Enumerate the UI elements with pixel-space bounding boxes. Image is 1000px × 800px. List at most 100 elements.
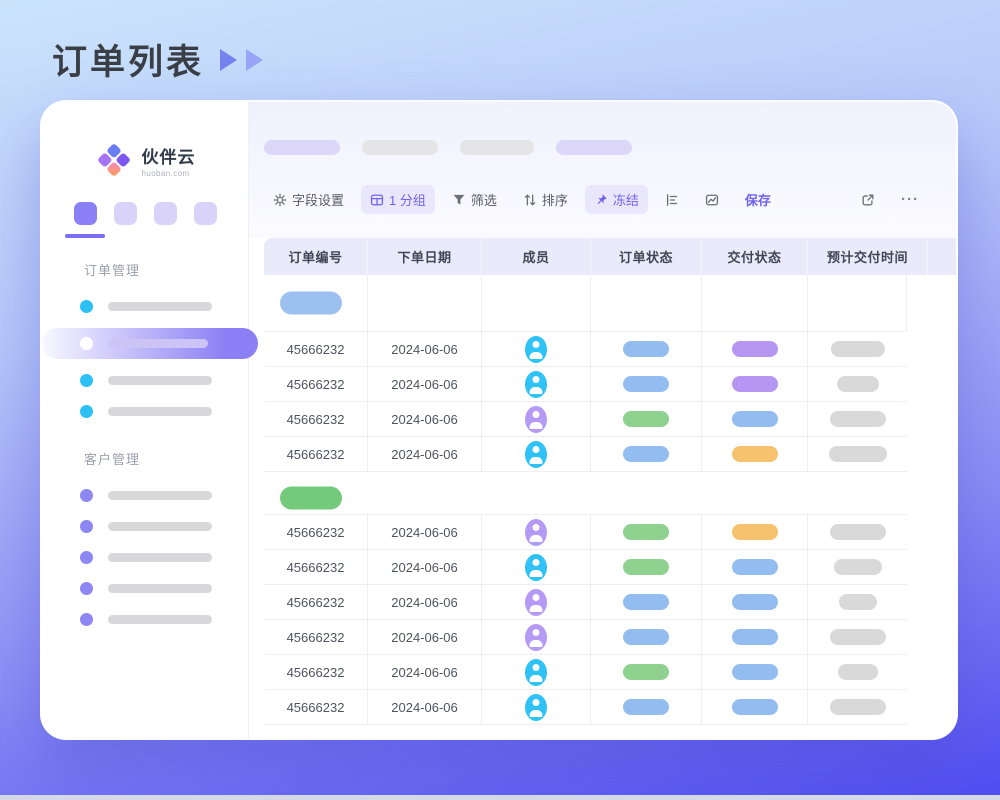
delivery-status-pill	[732, 699, 778, 715]
table-header-row: 订单编号下单日期成员订单状态交付状态预计交付时间	[264, 238, 956, 275]
member-avatar	[525, 336, 547, 363]
group-label-pill[interactable]	[280, 292, 342, 315]
freeze-button[interactable]: 冻结	[585, 185, 648, 214]
app-window: 伙伴云 huoban.com 订单管理客户管理 字段设置 1 分组筛选排序冻结 保存…	[40, 100, 958, 740]
order-no-cell: 45666232	[264, 655, 368, 689]
header-chip[interactable]	[264, 140, 340, 155]
order-status-pill	[623, 594, 669, 610]
table-row[interactable]: 456662322024-06-06	[264, 437, 907, 472]
save-button[interactable]: 保存	[736, 185, 780, 214]
group-header-row	[264, 275, 907, 332]
toolbar-button-label: 1 分组	[389, 190, 426, 209]
member-avatar	[525, 406, 547, 433]
table-row[interactable]: 456662322024-06-06	[264, 550, 907, 585]
order-status-pill	[623, 411, 669, 427]
eta-placeholder-pill	[838, 664, 878, 680]
sidebar-tab-2[interactable]	[114, 202, 137, 225]
sidebar-item[interactable]	[80, 291, 248, 322]
play-icon	[246, 49, 263, 71]
sidebar-tab-4[interactable]	[194, 202, 217, 225]
member-cell	[482, 690, 591, 724]
sidebar-tab-3[interactable]	[154, 202, 177, 225]
column-header-2[interactable]: 下单日期	[368, 238, 482, 275]
order-no-cell: 45666232	[264, 367, 368, 401]
header-chip[interactable]	[362, 140, 438, 155]
column-header-5[interactable]: 交付状态	[702, 238, 808, 275]
sidebar-tab-1[interactable]	[74, 202, 97, 225]
member-cell	[482, 515, 591, 549]
member-avatar	[525, 659, 547, 686]
delivery-status-pill	[732, 629, 778, 645]
table-row[interactable]: 456662322024-06-06	[264, 367, 907, 402]
sidebar-item[interactable]	[80, 365, 248, 396]
order-status-pill	[623, 699, 669, 715]
table-row[interactable]: 456662322024-06-06	[264, 690, 907, 725]
order-date-cell: 2024-06-06	[368, 515, 482, 549]
table-row[interactable]: 456662322024-06-06	[264, 620, 907, 655]
sidebar-item-dot	[80, 551, 93, 564]
member-avatar	[525, 554, 547, 581]
more-button[interactable]: ···	[892, 190, 928, 210]
sidebar-item-label-placeholder	[108, 407, 212, 416]
sidebar-section-label: 客户管理	[84, 449, 248, 468]
sidebar-item[interactable]	[80, 542, 248, 573]
sidebar-item[interactable]	[80, 604, 248, 635]
structure-button[interactable]	[656, 188, 688, 212]
chart-button[interactable]	[696, 188, 728, 212]
table-row[interactable]: 456662322024-06-06	[264, 655, 907, 690]
order-status-cell	[591, 690, 702, 724]
sidebar-item[interactable]	[80, 573, 248, 604]
table-row[interactable]: 456662322024-06-06	[264, 402, 907, 437]
eta-placeholder-pill	[839, 594, 877, 610]
order-no-cell: 45666232	[264, 437, 368, 471]
sidebar-item-label-placeholder	[108, 491, 212, 500]
column-header-1[interactable]: 订单编号	[264, 238, 368, 275]
field-settings-button[interactable]: 字段设置	[264, 185, 353, 214]
eta-cell	[808, 332, 907, 366]
logo-text: 伙伴云 huoban.com	[142, 143, 196, 178]
column-header-6[interactable]: 预计交付时间	[808, 238, 928, 275]
order-date-cell: 2024-06-06	[368, 437, 482, 471]
order-date-cell: 2024-06-06	[368, 585, 482, 619]
sidebar-section-2: 客户管理	[42, 449, 248, 635]
structure-icon	[665, 193, 679, 207]
table-row[interactable]: 456662322024-06-06	[264, 332, 907, 367]
share-button[interactable]	[852, 188, 884, 212]
delivery-status-pill	[732, 664, 778, 680]
sidebar-item[interactable]	[80, 396, 248, 427]
group-grid-cell	[702, 275, 808, 331]
filter-button[interactable]: 筛选	[443, 185, 506, 214]
share-icon	[861, 193, 875, 207]
group-button[interactable]: 1 分组	[361, 185, 435, 214]
member-avatar	[525, 589, 547, 616]
order-status-pill	[623, 664, 669, 680]
sidebar: 伙伴云 huoban.com 订单管理客户管理	[42, 102, 249, 738]
sort-button[interactable]: 排序	[514, 185, 577, 214]
gear-icon	[273, 193, 287, 207]
delivery-status-pill	[732, 559, 778, 575]
sidebar-item-label-placeholder	[108, 553, 212, 562]
eta-placeholder-pill	[830, 411, 886, 427]
sidebar-item[interactable]	[80, 328, 248, 359]
table-row[interactable]: 456662322024-06-06	[264, 515, 907, 550]
sidebar-item-label-placeholder	[108, 522, 212, 531]
header-chip[interactable]	[460, 140, 534, 155]
table: 订单编号下单日期成员订单状态交付状态预计交付时间 456662322024-06…	[264, 238, 956, 738]
sidebar-item[interactable]	[80, 511, 248, 542]
member-cell	[482, 585, 591, 619]
table-row[interactable]: 456662322024-06-06	[264, 585, 907, 620]
delivery-status-pill	[732, 524, 778, 540]
sidebar-item[interactable]	[80, 480, 248, 511]
sort-icon	[523, 193, 537, 207]
member-avatar	[525, 624, 547, 651]
order-status-cell	[591, 655, 702, 689]
order-no-cell: 45666232	[264, 620, 368, 654]
order-status-pill	[623, 559, 669, 575]
group-label-pill[interactable]	[280, 487, 342, 510]
sidebar-item-dot	[80, 337, 93, 350]
order-status-pill	[623, 524, 669, 540]
header-chip[interactable]	[556, 140, 632, 155]
column-header-3[interactable]: 成员	[482, 238, 591, 275]
column-header-4[interactable]: 订单状态	[591, 238, 702, 275]
order-status-pill	[623, 376, 669, 392]
